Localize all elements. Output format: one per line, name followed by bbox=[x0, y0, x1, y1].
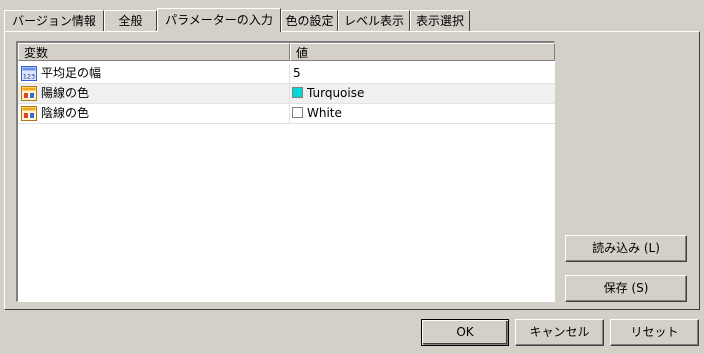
value-text: 5 bbox=[293, 66, 301, 80]
save-button[interactable]: 保存 (S) bbox=[565, 275, 687, 302]
value-text: Turquoise bbox=[307, 86, 365, 100]
column-header-variable[interactable]: 変数 bbox=[18, 43, 290, 61]
value-cell[interactable]: White bbox=[290, 104, 555, 123]
color-param-icon bbox=[21, 86, 37, 101]
load-button[interactable]: 読み込み (L) bbox=[565, 235, 687, 262]
ok-button[interactable]: OK bbox=[421, 319, 509, 346]
variable-name: 陽線の色 bbox=[41, 86, 90, 100]
tab-parameters[interactable]: パラメーターの入力 bbox=[157, 8, 281, 32]
reset-button[interactable]: リセット bbox=[610, 319, 699, 346]
color-swatch bbox=[292, 107, 303, 118]
column-header-value[interactable]: 値 bbox=[290, 43, 555, 61]
integer-param-icon: 123 bbox=[21, 66, 37, 81]
variable-name: 平均足の幅 bbox=[41, 66, 102, 80]
value-text: White bbox=[307, 106, 342, 120]
table-row[interactable]: 陽線の色 Turquoise bbox=[18, 84, 555, 104]
tab-version-info[interactable]: バージョン情報 bbox=[4, 10, 104, 31]
value-cell[interactable]: Turquoise bbox=[290, 84, 555, 103]
color-param-icon bbox=[21, 106, 37, 121]
table-row[interactable]: 陰線の色 White bbox=[18, 104, 555, 124]
tab-level-display[interactable]: レベル表示 bbox=[338, 10, 410, 31]
tab-colors[interactable]: 色の設定 bbox=[281, 10, 338, 31]
variable-name: 陰線の色 bbox=[41, 106, 90, 120]
color-swatch bbox=[292, 87, 303, 98]
variable-cell[interactable]: 陽線の色 bbox=[18, 84, 290, 103]
svg-text:123: 123 bbox=[23, 73, 35, 81]
tab-display-selection[interactable]: 表示選択 bbox=[410, 10, 470, 31]
variable-cell[interactable]: 123 平均足の幅 bbox=[18, 64, 290, 83]
grid-header: 変数 値 bbox=[18, 43, 555, 61]
value-cell[interactable]: 5 bbox=[290, 64, 555, 83]
cancel-button[interactable]: キャンセル bbox=[515, 319, 604, 346]
parameter-grid[interactable]: 変数 値 123 平均足の幅 5 陽線の色 Turquoise 陰線の色 Whi… bbox=[16, 41, 555, 302]
table-row[interactable]: 123 平均足の幅 5 bbox=[18, 64, 555, 84]
variable-cell[interactable]: 陰線の色 bbox=[18, 104, 290, 123]
tab-general[interactable]: 全般 bbox=[104, 10, 157, 31]
